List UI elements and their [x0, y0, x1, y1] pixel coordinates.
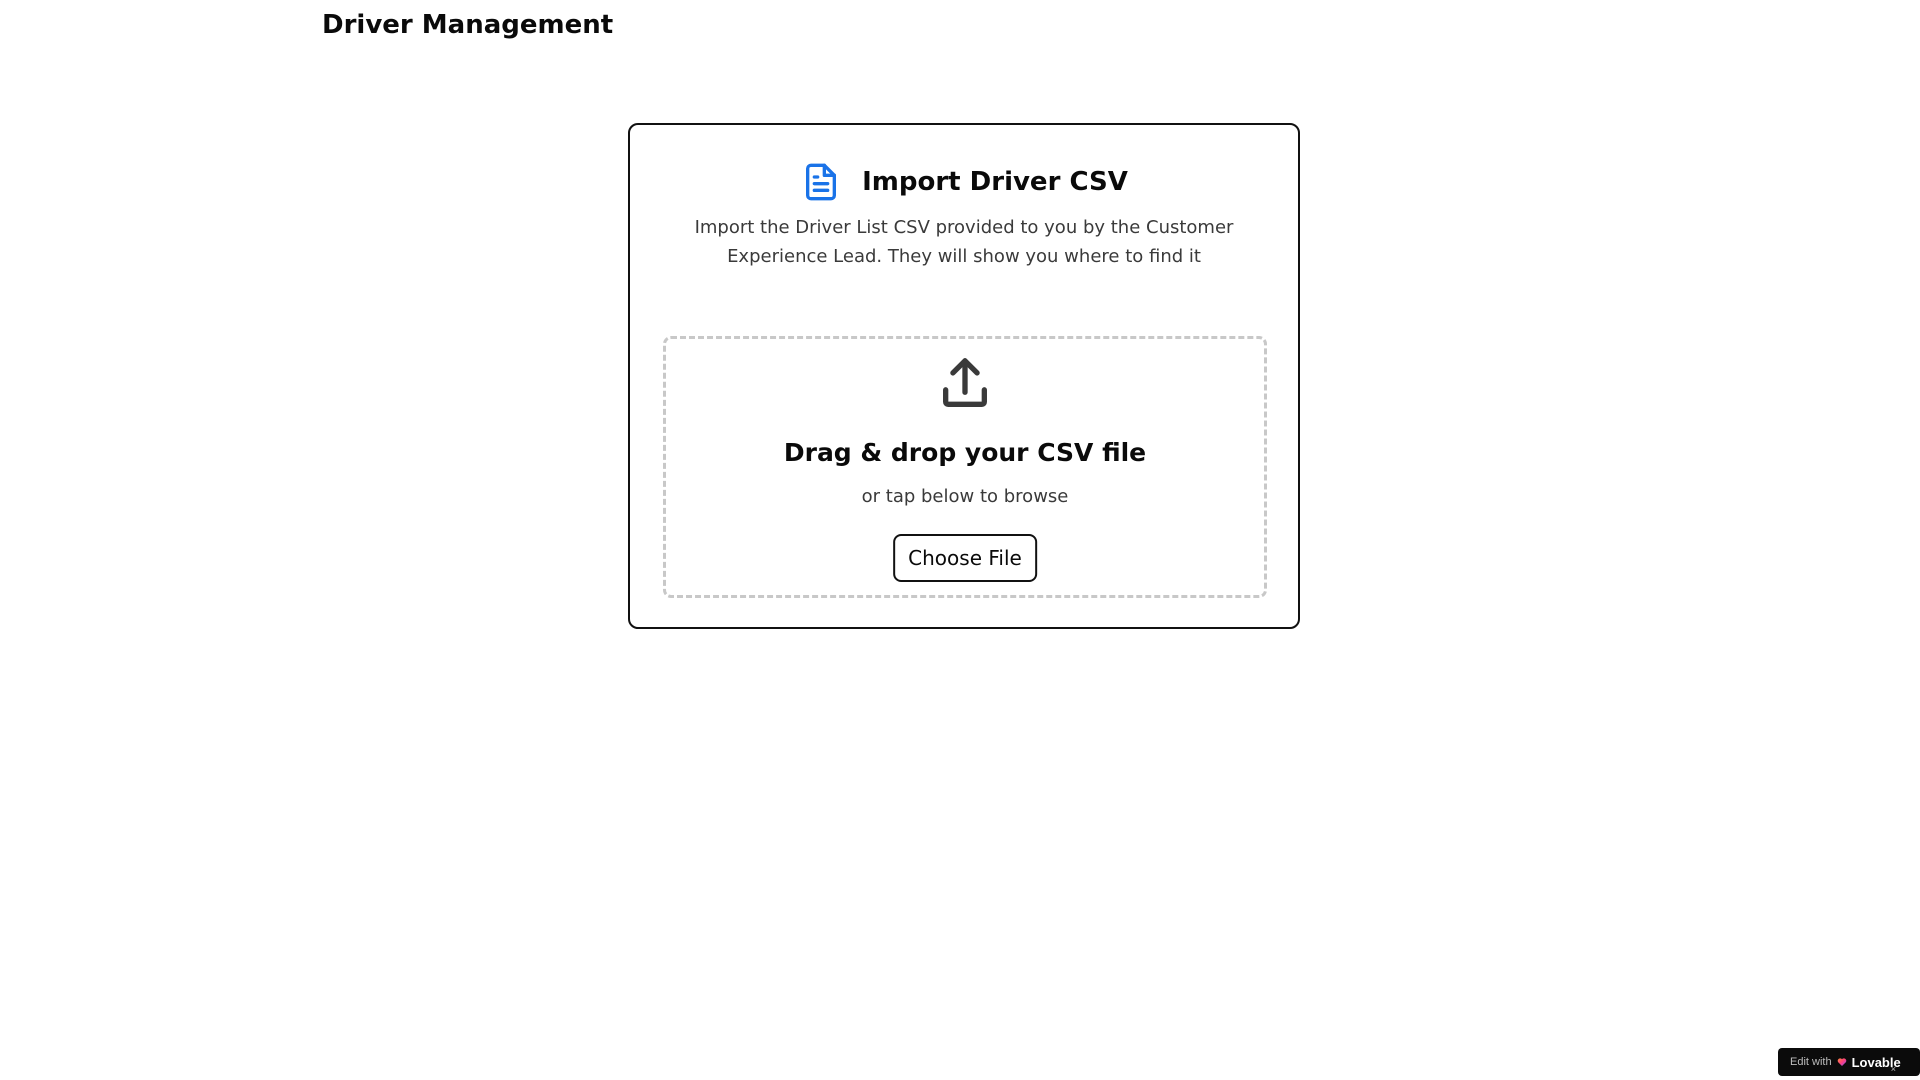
card-header: Import Driver CSV — [630, 157, 1298, 207]
page-title: Driver Management — [322, 10, 614, 40]
badge-close-icon[interactable]: × — [1891, 1065, 1896, 1074]
dropzone-title: Drag & drop your CSV file — [783, 438, 1147, 467]
card-description: Import the Driver List CSV provided to y… — [694, 217, 1234, 267]
card-title: Import Driver CSV — [862, 167, 1128, 197]
edit-with-lovable-badge[interactable]: Edit with Lovable × — [1778, 1048, 1920, 1076]
lovable-heart-icon — [1837, 1057, 1847, 1067]
upload-icon — [935, 355, 995, 415]
dropzone-subtitle: or tap below to browse — [861, 486, 1069, 507]
badge-prefix-label: Edit with — [1790, 1056, 1832, 1068]
page: Driver Management Import Driver CSV Impo… — [0, 0, 1920, 1080]
import-card: Import Driver CSV Import the Driver List… — [628, 123, 1300, 629]
csv-dropzone[interactable]: Drag & drop your CSV file or tap below t… — [663, 336, 1267, 598]
file-text-icon — [800, 158, 842, 206]
choose-file-button[interactable]: Choose File — [893, 534, 1037, 582]
